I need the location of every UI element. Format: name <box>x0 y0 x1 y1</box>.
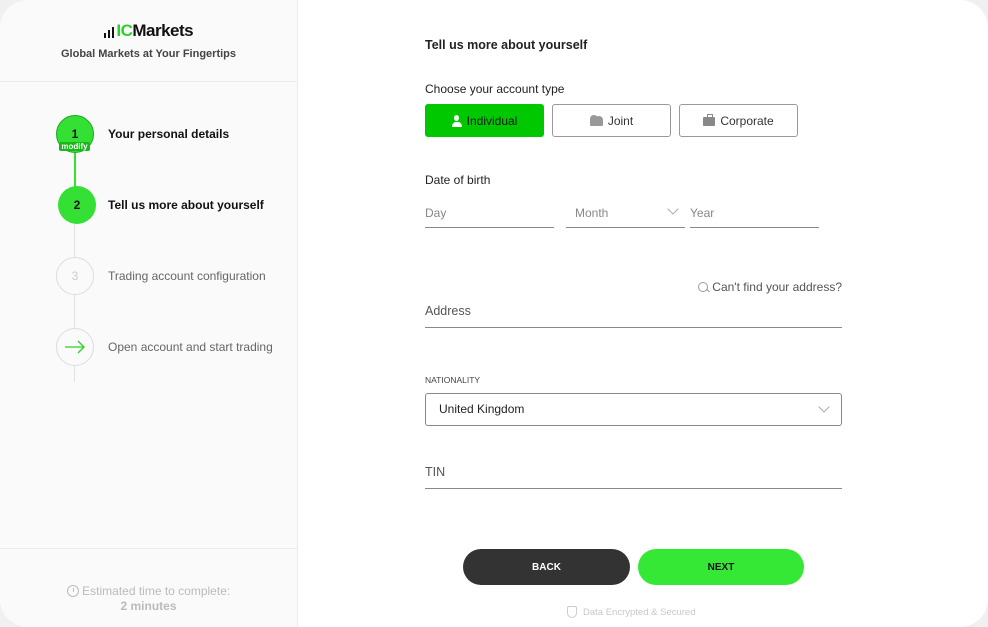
security-note: Data Encrypted & Secured <box>567 606 695 618</box>
option-label: Corporate <box>720 113 774 128</box>
account-type-joint[interactable]: Joint <box>552 104 671 137</box>
step-label: Open account and start trading <box>108 339 273 354</box>
search-icon <box>698 281 709 293</box>
address-placeholder: Address <box>425 304 471 318</box>
step-open-account: Open account and start trading <box>0 311 297 382</box>
step-4-circle <box>56 327 94 366</box>
estimated-time: Estimated time to complete: 2 minutes <box>0 548 297 627</box>
nationality-label: NATIONALITY <box>425 375 481 385</box>
estimated-label: Estimated time to complete: <box>82 584 231 598</box>
dob-label: Date of birth <box>425 173 491 187</box>
clock-icon <box>66 585 79 597</box>
form-area: Tell us more about yourself Choose your … <box>298 0 988 627</box>
cant-find-address-link[interactable]: Can't find your address? <box>698 280 842 294</box>
security-text: Data Encrypted & Secured <box>583 606 696 618</box>
nationality-value: United Kingdom <box>439 402 525 416</box>
chevron-down-icon <box>818 401 830 413</box>
estimated-value: 2 minutes <box>120 599 177 613</box>
people-icon <box>589 115 603 126</box>
briefcase-icon <box>703 114 716 126</box>
page-title: Tell us more about yourself <box>425 38 588 52</box>
option-label: Joint <box>607 113 634 128</box>
tagline: Global Markets at Your Fingertips <box>60 48 237 60</box>
dob-year-input[interactable]: Year <box>690 198 819 228</box>
next-button[interactable]: NEXT <box>638 549 804 585</box>
account-type-individual[interactable]: Individual <box>425 104 544 137</box>
modify-badge[interactable]: modify <box>59 142 90 151</box>
ic-markets-logo: IC Markets <box>103 21 194 40</box>
dob-day-input[interactable]: Day <box>425 198 554 228</box>
logo-bars-icon <box>103 27 115 40</box>
step-label: Tell us more about yourself <box>108 197 264 212</box>
address-input[interactable]: Address <box>425 298 842 328</box>
day-placeholder: Day <box>425 206 447 220</box>
month-placeholder: Month <box>575 206 609 220</box>
account-type-label: Choose your account type <box>425 82 565 96</box>
cant-find-text: Can't find your address? <box>712 280 842 294</box>
progress-steps: 1 modify Your personal details 2 Tell us… <box>0 82 297 382</box>
option-label: Individual <box>466 113 518 128</box>
logo-ic-text: IC <box>116 21 133 40</box>
arrow-right-icon <box>65 340 85 353</box>
nationality-select[interactable]: United Kingdom <box>425 393 842 426</box>
shield-icon <box>567 606 577 618</box>
person-icon <box>451 114 462 127</box>
dob-month-select[interactable]: Month <box>566 198 685 228</box>
registration-card: IC Markets Global Markets at Your Fingert… <box>0 0 988 627</box>
step-personal-details[interactable]: 1 modify Your personal details <box>0 98 297 169</box>
step-label: Your personal details <box>108 126 230 141</box>
step-2-circle: 2 <box>58 185 96 224</box>
sidebar: IC Markets Global Markets at Your Fingert… <box>0 0 298 627</box>
tin-input[interactable]: TIN <box>425 459 842 489</box>
step-3-circle: 3 <box>56 256 94 295</box>
step-label: Trading account configuration <box>108 268 266 283</box>
step-trading-config: 3 Trading account configuration <box>0 240 297 311</box>
tin-placeholder: TIN <box>425 465 446 479</box>
back-button[interactable]: BACK <box>463 549 630 585</box>
account-type-corporate[interactable]: Corporate <box>679 104 798 137</box>
brand-header: IC Markets Global Markets at Your Fingert… <box>0 0 297 82</box>
year-placeholder: Year <box>690 206 715 220</box>
chevron-down-icon <box>667 203 679 215</box>
logo-markets-text: Markets <box>132 21 194 40</box>
step-tell-us-more: 2 Tell us more about yourself <box>0 169 297 240</box>
